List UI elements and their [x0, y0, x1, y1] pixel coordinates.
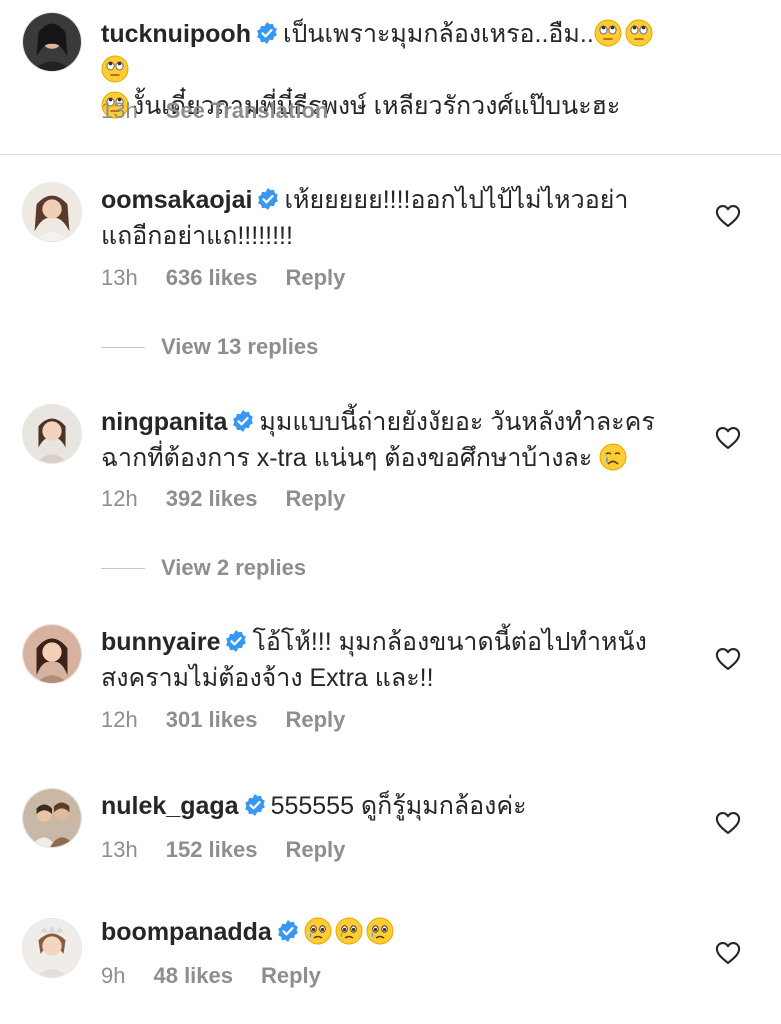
comment-body-line1: 555555 ดูก็รู้มุมกล้องค่ะ [270, 792, 527, 820]
likes-count[interactable]: 636 likes [166, 265, 258, 290]
comment-username[interactable]: boompanadda [101, 918, 272, 946]
crying-face-icon [599, 443, 627, 471]
face-holding-back-tears-icon [366, 917, 394, 945]
reply-button[interactable]: Reply [261, 963, 321, 988]
comment-body-line1: มุมแบบนี้ถ่ายยังงัยอะ วันหลังทำละคร [259, 408, 655, 436]
comment-body-line2: ฉากที่ต้องการ x-tra แน่นๆ ต้องขอศึกษาบ้า… [101, 444, 593, 472]
view-replies-button[interactable]: View 13 replies [101, 333, 318, 360]
comment-time: 13h [101, 265, 138, 290]
verified-badge-icon [231, 409, 255, 433]
like-heart-icon[interactable] [714, 939, 742, 967]
avatar[interactable] [22, 12, 82, 72]
comment-meta: 13h 152 likes Reply [101, 837, 373, 863]
avatar[interactable] [22, 918, 82, 978]
divider [0, 154, 781, 155]
view-replies-label: View 2 replies [161, 555, 307, 581]
comment-body-line2: แถอีกอย่าแถ!!!!!!!! [101, 222, 293, 250]
reply-button[interactable]: Reply [285, 837, 345, 862]
comment-time: 13h [101, 98, 138, 123]
comment-username[interactable]: nulek_gaga [101, 792, 239, 820]
view-replies-line [101, 346, 145, 348]
comment-meta: 12h 392 likes Reply [101, 486, 373, 512]
verified-badge-icon [255, 21, 279, 45]
verified-badge-icon [256, 187, 280, 211]
like-heart-icon[interactable] [714, 809, 742, 837]
likes-count[interactable]: 301 likes [166, 707, 258, 732]
verified-badge-icon [243, 793, 267, 817]
comment-username[interactable]: ningpanita [101, 408, 227, 436]
comment-text: nulek_gaga 555555 ดูก็รู้มุมกล้องค่ะ [101, 788, 681, 824]
comment-body-line2: สงครามไม่ต้องจ้าง Extra และ!! [101, 664, 434, 692]
comment-body-line1: เป็นเพราะมุมกล้องเหรอ..อืม.. [282, 20, 594, 48]
face-with-rolling-eyes-icon [594, 19, 622, 47]
face-holding-back-tears-icon [335, 917, 363, 945]
view-replies-button[interactable]: View 2 replies [101, 554, 306, 581]
view-replies-label: View 13 replies [161, 334, 319, 360]
like-heart-icon[interactable] [714, 424, 742, 452]
verified-badge-icon [224, 629, 248, 653]
comment-text: oomsakaojai เห้ยยยยย!!!!ออกไปไป้ไม่ไหวอย่… [101, 182, 681, 254]
reply-button[interactable]: Reply [285, 707, 345, 732]
comment-meta: 13h See Translation [101, 98, 356, 124]
face-with-rolling-eyes-icon [101, 55, 129, 83]
comment-username[interactable]: oomsakaojai [101, 186, 252, 214]
avatar[interactable] [22, 624, 82, 684]
like-heart-icon[interactable] [714, 202, 742, 230]
comment-username[interactable]: tucknuipooh [101, 20, 251, 48]
comment-time: 12h [101, 707, 138, 732]
likes-count[interactable]: 152 likes [166, 837, 258, 862]
comment-meta: 9h 48 likes Reply [101, 963, 349, 989]
comment-body-line1: โอ้โห้!!! มุมกล้องขนาดนี้ต่อไปทำหนัง [252, 628, 647, 656]
comment-text: boompanadda [101, 914, 681, 950]
comment-username[interactable]: bunnyaire [101, 628, 220, 656]
see-translation-link[interactable]: See Translation [166, 98, 329, 123]
comment-text: ningpanita มุมแบบนี้ถ่ายยังงัยอะ วันหลังท… [101, 404, 681, 476]
comment-text: bunnyaire โอ้โห้!!! มุมกล้องขนาดนี้ต่อไปท… [101, 624, 681, 696]
likes-count[interactable]: 392 likes [166, 486, 258, 511]
comment-time: 12h [101, 486, 138, 511]
face-with-rolling-eyes-icon [625, 19, 653, 47]
comment-meta: 12h 301 likes Reply [101, 707, 373, 733]
reply-button[interactable]: Reply [285, 486, 345, 511]
avatar[interactable] [22, 788, 82, 848]
comment-meta: 13h 636 likes Reply [101, 265, 373, 291]
comment-time: 13h [101, 837, 138, 862]
verified-badge-icon [276, 919, 300, 943]
comment-time: 9h [101, 963, 126, 988]
like-heart-icon[interactable] [714, 645, 742, 673]
reply-button[interactable]: Reply [285, 265, 345, 290]
likes-count[interactable]: 48 likes [153, 963, 233, 988]
face-holding-back-tears-icon [304, 917, 332, 945]
view-replies-line [101, 567, 145, 569]
avatar[interactable] [22, 182, 82, 242]
comment-body-line1: เห้ยยยยย!!!!ออกไปไป้ไม่ไหวอย่า [284, 186, 629, 214]
avatar[interactable] [22, 404, 82, 464]
